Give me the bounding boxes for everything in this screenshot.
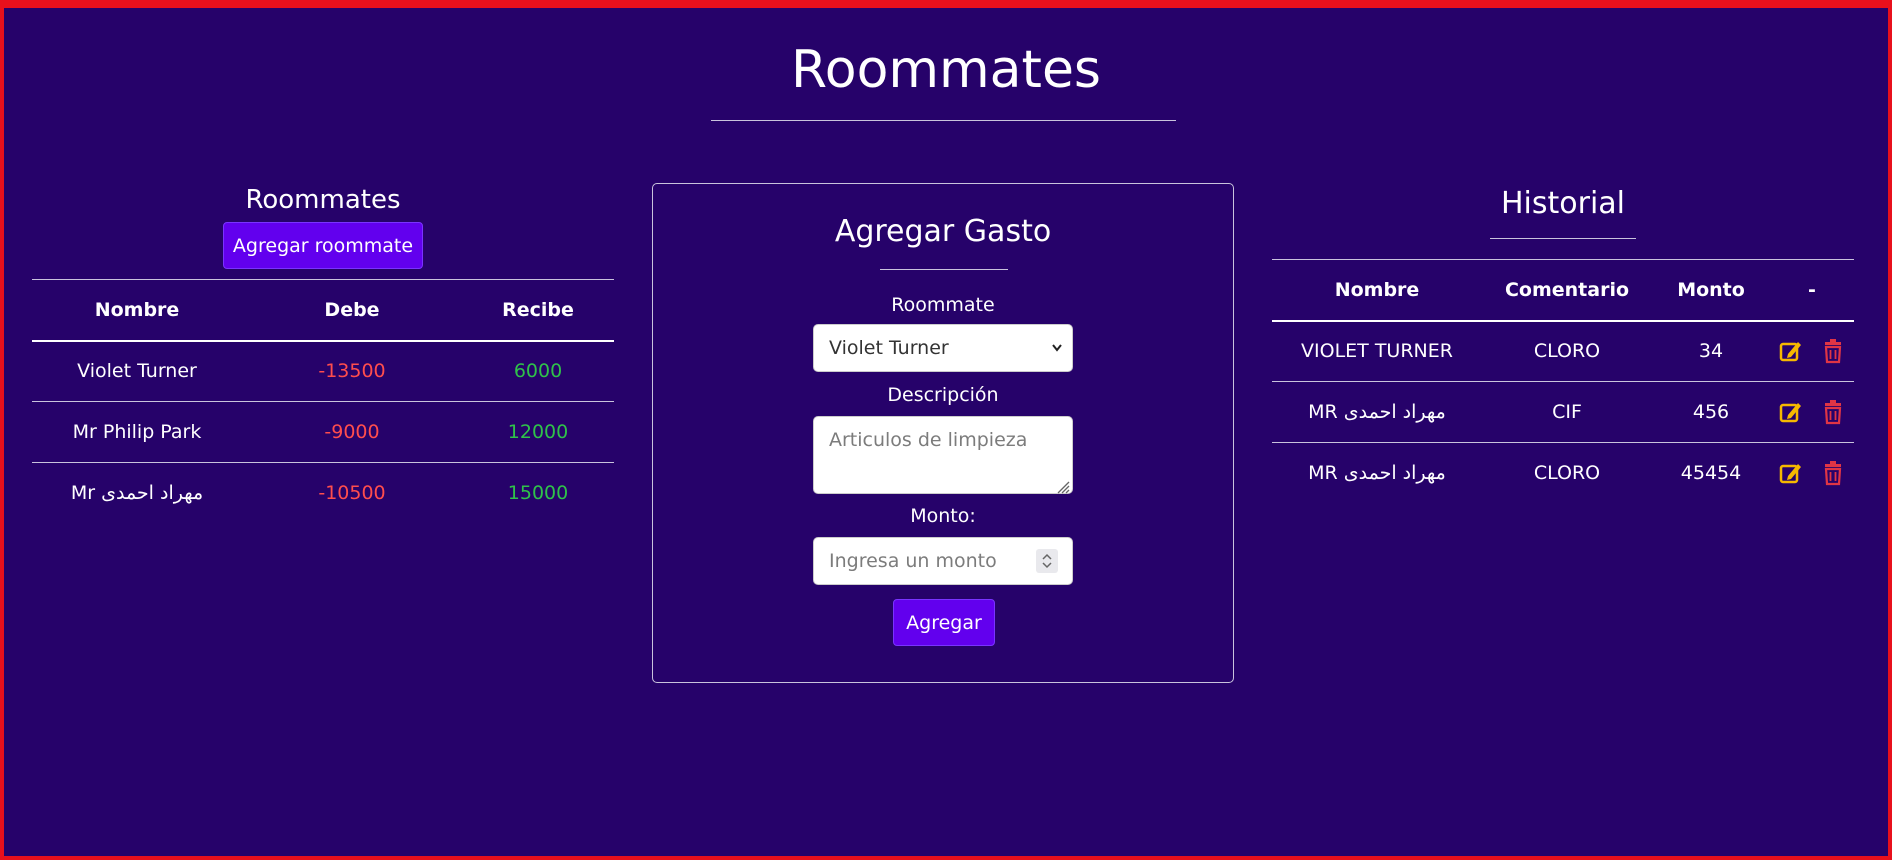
historial-monto: 456 xyxy=(1692,401,1730,423)
roommate-debe: -13500 xyxy=(318,360,386,383)
table-row: MR مهراد احمدی CIF 456 xyxy=(1272,382,1854,443)
row-actions xyxy=(1770,382,1854,443)
roommates-table: Nombre Debe Recibe Violet Turner -13500 … xyxy=(32,279,614,524)
roommates-heading: Roommates xyxy=(245,185,401,215)
add-expense-form: Agregar Gasto Roommate Violet Turner Des… xyxy=(652,183,1234,683)
col-nombre: Nombre xyxy=(94,298,180,321)
historial-table-header: Nombre Comentario Monto - xyxy=(1272,259,1854,322)
table-row: VIOLET TURNER CLORO 34 xyxy=(1272,321,1854,382)
roommate-name: Mr Philip Park xyxy=(72,421,202,443)
roommate-label: Roommate xyxy=(891,294,995,316)
roommate-name: Mr مهراد احمدی xyxy=(70,482,204,505)
historial-nombre: MR مهراد احمدی xyxy=(1308,401,1446,423)
roommate-select[interactable]: Violet Turner xyxy=(813,324,1073,372)
page-title: Roommates xyxy=(790,40,1102,100)
historial-nombre: VIOLET TURNER xyxy=(1301,340,1453,363)
monto-placeholder: Ingresa un monto xyxy=(829,550,997,572)
trash-icon[interactable] xyxy=(1820,460,1846,486)
historial-section: Historial Nombre Comentario Monto - VIOL… xyxy=(1272,180,1854,504)
table-row: MR مهراد احمدی CLORO 45454 xyxy=(1272,443,1854,504)
resize-grip-icon[interactable] xyxy=(1056,477,1070,494)
add-roommate-button[interactable]: Agregar roommate xyxy=(223,222,423,269)
descripcion-label: Descripción xyxy=(887,384,999,406)
roommates-table-header: Nombre Debe Recibe xyxy=(32,279,614,341)
historial-comentario: CLORO xyxy=(1533,340,1601,363)
historial-divider xyxy=(1490,238,1636,239)
title-divider xyxy=(711,120,1176,121)
number-spinner-icon[interactable] xyxy=(1036,549,1058,573)
col-comentario: Comentario xyxy=(1482,259,1652,322)
col-recibe: Recibe xyxy=(502,298,574,321)
edit-icon[interactable] xyxy=(1778,399,1804,425)
historial-monto: 34 xyxy=(1698,340,1724,363)
roommate-name: Violet Turner xyxy=(77,360,197,383)
roommate-debe: -10500 xyxy=(318,482,386,505)
descripcion-textarea[interactable]: Articulos de limpieza xyxy=(813,416,1073,494)
chevron-down-icon xyxy=(1050,325,1064,390)
col-actions: - xyxy=(1770,259,1854,322)
monto-label: Monto: xyxy=(910,505,976,527)
edit-icon[interactable] xyxy=(1778,460,1804,486)
window-top-bar xyxy=(0,0,1892,4)
trash-icon[interactable] xyxy=(1820,338,1846,364)
historial-table: Nombre Comentario Monto - VIOLET TURNER … xyxy=(1272,259,1854,504)
roommates-section: Roommates Agregar roommate Nombre Debe R… xyxy=(32,180,614,524)
historial-comentario: CLORO xyxy=(1533,462,1601,485)
row-actions xyxy=(1770,443,1854,504)
roommate-select-value: Violet Turner xyxy=(829,337,949,359)
agregar-button[interactable]: Agregar xyxy=(893,599,995,646)
historial-nombre: MR مهراد احمدی xyxy=(1308,462,1446,485)
descripcion-placeholder: Articulos de limpieza xyxy=(829,429,1028,451)
form-title: Agregar Gasto xyxy=(834,214,1052,249)
col-nombre: Nombre xyxy=(1272,259,1482,322)
form-title-divider xyxy=(880,269,1008,270)
table-row: Mr Philip Park -9000 12000 xyxy=(32,402,614,463)
roommate-recibe: 12000 xyxy=(507,421,569,443)
historial-heading: Historial xyxy=(1500,186,1626,221)
row-actions xyxy=(1770,321,1854,382)
historial-monto: 45454 xyxy=(1680,462,1742,485)
edit-icon[interactable] xyxy=(1778,338,1804,364)
historial-comentario: CIF xyxy=(1552,401,1582,423)
trash-icon[interactable] xyxy=(1820,399,1846,425)
col-monto: Monto xyxy=(1652,259,1770,322)
col-debe: Debe xyxy=(324,298,380,321)
roommate-recibe: 15000 xyxy=(507,482,569,505)
roommate-recibe: 6000 xyxy=(513,360,563,383)
roommate-debe: -9000 xyxy=(324,421,380,443)
table-row: Violet Turner -13500 6000 xyxy=(32,341,614,402)
table-row: Mr مهراد احمدی -10500 15000 xyxy=(32,463,614,524)
monto-input[interactable]: Ingresa un monto xyxy=(813,537,1073,585)
